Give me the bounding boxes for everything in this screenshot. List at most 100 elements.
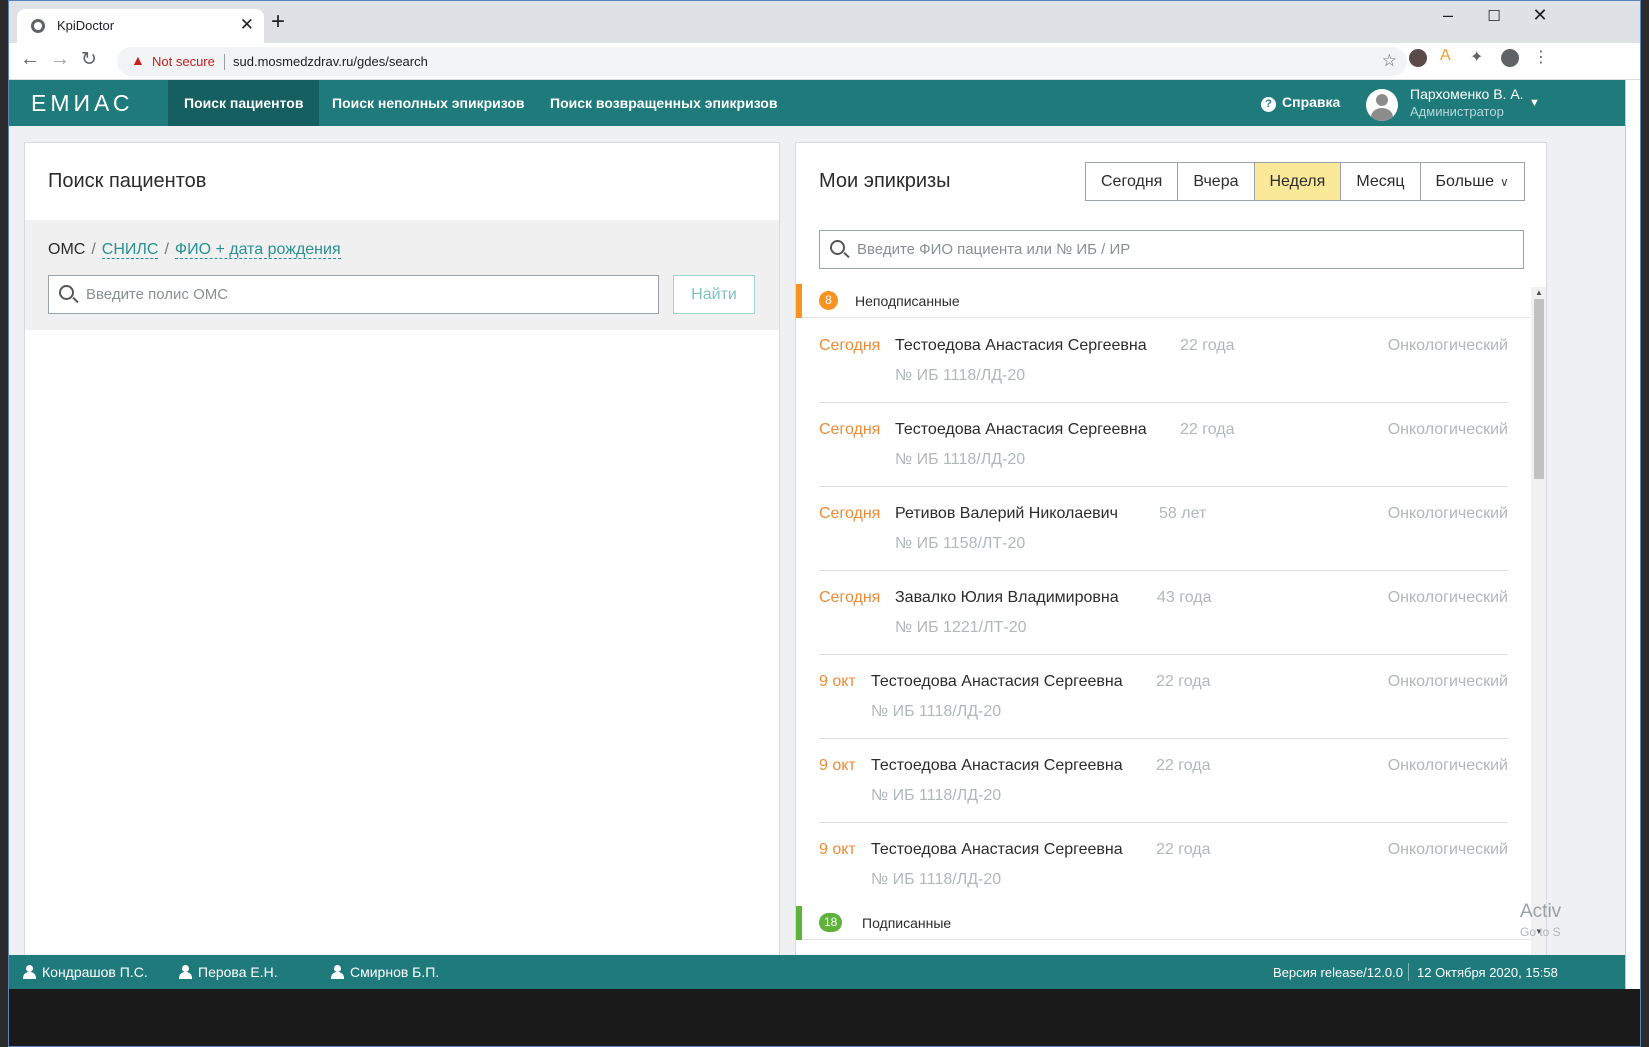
period-month[interactable]: Месяц xyxy=(1341,163,1421,200)
row-patient-name: Тестоедова Анастасия Сергеевна xyxy=(895,421,1147,438)
row-ib-number: № ИБ 1118/ЛД-20 xyxy=(895,367,1026,384)
footer-user-1[interactable]: Кондрашов П.С. xyxy=(23,964,148,980)
help-label: Справка xyxy=(1282,94,1341,110)
list-item[interactable]: Сегодня Тестоедова Анастасия Сергеевна 2… xyxy=(819,403,1508,487)
globe-icon xyxy=(31,19,45,33)
windows-activation-watermark: Activ xyxy=(1520,901,1562,922)
user-icon xyxy=(23,965,36,979)
row-date: Сегодня xyxy=(819,589,881,606)
avatar xyxy=(1366,89,1398,121)
url-text[interactable]: sud.mosmedzdrav.ru/gdes/search xyxy=(233,54,428,69)
back-icon[interactable]: ← xyxy=(20,48,40,71)
oms-search-box[interactable] xyxy=(48,275,659,314)
row-ib-number: № ИБ 1221/ЛТ-20 xyxy=(895,619,1027,636)
list-scrollbar[interactable]: ▲ ▼ xyxy=(1531,287,1546,968)
forward-icon[interactable]: → xyxy=(50,48,70,71)
footer-user-2[interactable]: Перова Е.Н. xyxy=(179,964,278,980)
row-patient-name: Тестоедова Анастасия Сергеевна xyxy=(895,337,1147,354)
minimize-icon[interactable]: – xyxy=(1425,5,1471,26)
row-department: Онкологический xyxy=(1387,421,1508,438)
user-icon xyxy=(331,965,344,979)
nav-incomplete-epicrisis[interactable]: Поиск неполных эпикризов xyxy=(316,80,541,126)
row-ib-number: № ИБ 1118/ЛД-20 xyxy=(871,787,1002,804)
epicrisis-search-input[interactable] xyxy=(857,231,1490,268)
app-footer: Кондрашов П.С. Перова Е.Н. Смирнов Б.П. … xyxy=(9,955,1625,989)
app-header: ЕМИАС Поиск пациентов Поиск неполных эпи… xyxy=(9,80,1625,126)
nav-patient-search[interactable]: Поиск пациентов xyxy=(168,80,320,126)
list-item[interactable]: Сегодня Завалко Юлия Владимировна 43 год… xyxy=(819,571,1508,655)
divider xyxy=(1408,963,1409,981)
tab-strip: KpiDoctor ✕ + – ☐ ✕ xyxy=(9,1,1640,43)
period-week[interactable]: Неделя xyxy=(1254,163,1342,200)
mode-fio-birthdate[interactable]: ФИО + дата рождения xyxy=(174,241,341,259)
profile-icon[interactable] xyxy=(1501,49,1519,67)
scrollbar-thumb[interactable] xyxy=(1534,299,1544,479)
row-age: 22 года xyxy=(1180,337,1235,354)
warning-icon: ▲ xyxy=(131,52,145,68)
row-date: Сегодня xyxy=(819,421,881,438)
version-text: Версия release/12.0.0 xyxy=(1273,965,1403,980)
mode-snils[interactable]: СНИЛС xyxy=(101,241,159,259)
group-label: Подписанные xyxy=(862,915,952,931)
adobe-extension-icon[interactable]: A xyxy=(1440,47,1458,65)
epicrisis-search-box[interactable] xyxy=(819,230,1524,269)
page-scrollbar[interactable] xyxy=(1625,80,1640,989)
oms-input[interactable] xyxy=(86,276,635,313)
maximize-icon[interactable]: ☐ xyxy=(1471,7,1517,25)
user-role: Администратор xyxy=(1410,104,1504,119)
nav-returned-epicrisis[interactable]: Поиск возвращенных эпикризов xyxy=(534,80,793,126)
list-item[interactable]: 9 окт Тестоедова Анастасия Сергеевна 22 … xyxy=(819,739,1508,823)
row-department: Онкологический xyxy=(1387,337,1508,354)
chevron-down-icon: ∨ xyxy=(1500,175,1509,189)
period-more[interactable]: Больше ∨ xyxy=(1421,163,1524,200)
help-link[interactable]: ? Справка xyxy=(1261,94,1340,112)
puzzle-extensions-icon[interactable]: ✦ xyxy=(1470,47,1488,66)
new-tab-icon[interactable]: + xyxy=(271,10,285,34)
row-department: Онкологический xyxy=(1387,589,1508,606)
bookmark-star-icon[interactable]: ☆ xyxy=(1382,51,1397,71)
close-tab-icon[interactable]: ✕ xyxy=(240,15,254,35)
row-age: 43 года xyxy=(1157,589,1212,606)
browser-tab[interactable]: KpiDoctor ✕ xyxy=(17,9,264,43)
emias-logo[interactable]: ЕМИАС xyxy=(31,90,133,117)
search-zone: ОМС/СНИЛС/ФИО + дата рождения Найти xyxy=(25,220,779,330)
scroll-up-icon[interactable]: ▲ xyxy=(1535,288,1543,297)
panel-title: Поиск пациентов xyxy=(48,170,207,192)
chevron-down-icon[interactable]: ▼ xyxy=(1529,97,1540,109)
find-button[interactable]: Найти xyxy=(673,275,755,314)
group-count-badge: 18 xyxy=(819,913,843,932)
taskbar-strip xyxy=(9,989,1640,1046)
not-secure-label[interactable]: Not secure xyxy=(152,54,215,69)
my-epicrisis-panel: Мои эпикризы Сегодня Вчера Неделя Месяц … xyxy=(795,142,1547,969)
list-item[interactable]: Сегодня Ретивов Валерий Николаевич 58 ле… xyxy=(819,487,1508,571)
row-patient-name: Тестоедова Анастасия Сергеевна xyxy=(871,757,1123,774)
row-patient-name: Тестоедова Анастасия Сергеевна xyxy=(871,841,1123,858)
user-name: Пархоменко В. А. xyxy=(1410,86,1524,102)
windows-activation-hint: Go to S xyxy=(1520,925,1561,939)
group-color-bar xyxy=(796,284,802,318)
row-age: 22 года xyxy=(1156,841,1211,858)
row-ib-number: № ИБ 1118/ЛД-20 xyxy=(871,871,1002,888)
row-age: 22 года xyxy=(1156,757,1211,774)
row-department: Онкологический xyxy=(1387,757,1508,774)
extension-icon[interactable] xyxy=(1409,49,1427,67)
group-signed[interactable]: 18 Подписанные xyxy=(796,906,1531,940)
period-yesterday[interactable]: Вчера xyxy=(1178,163,1255,200)
address-bar[interactable]: ▲ Not secure sud.mosmedzdrav.ru/gdes/sea… xyxy=(117,47,1407,76)
footer-user-3[interactable]: Смирнов Б.П. xyxy=(331,964,439,980)
browser-toolbar: ← → ↻ ▲ Not secure sud.mosmedzdrav.ru/gd… xyxy=(9,43,1640,80)
list-item[interactable]: 9 окт Тестоедова Анастасия Сергеевна 22 … xyxy=(819,823,1508,907)
row-date: Сегодня xyxy=(819,337,881,354)
search-icon xyxy=(59,285,74,300)
period-today[interactable]: Сегодня xyxy=(1086,163,1179,200)
browser-window: KpiDoctor ✕ + – ☐ ✕ ← → ↻ ▲ Not secure s… xyxy=(8,0,1641,1047)
menu-kebab-icon[interactable]: ⋮ xyxy=(1533,47,1551,66)
row-department: Онкологический xyxy=(1387,841,1508,858)
reload-icon[interactable]: ↻ xyxy=(81,48,97,71)
list-item[interactable]: Сегодня Тестоедова Анастасия Сергеевна 2… xyxy=(819,319,1508,403)
user-icon xyxy=(179,965,192,979)
mode-oms[interactable]: ОМС xyxy=(48,241,85,258)
group-unsigned[interactable]: 8 Неподписанные xyxy=(796,284,1531,318)
list-item[interactable]: 9 окт Тестоедова Анастасия Сергеевна 22 … xyxy=(819,655,1508,739)
window-close-icon[interactable]: ✕ xyxy=(1517,5,1563,26)
